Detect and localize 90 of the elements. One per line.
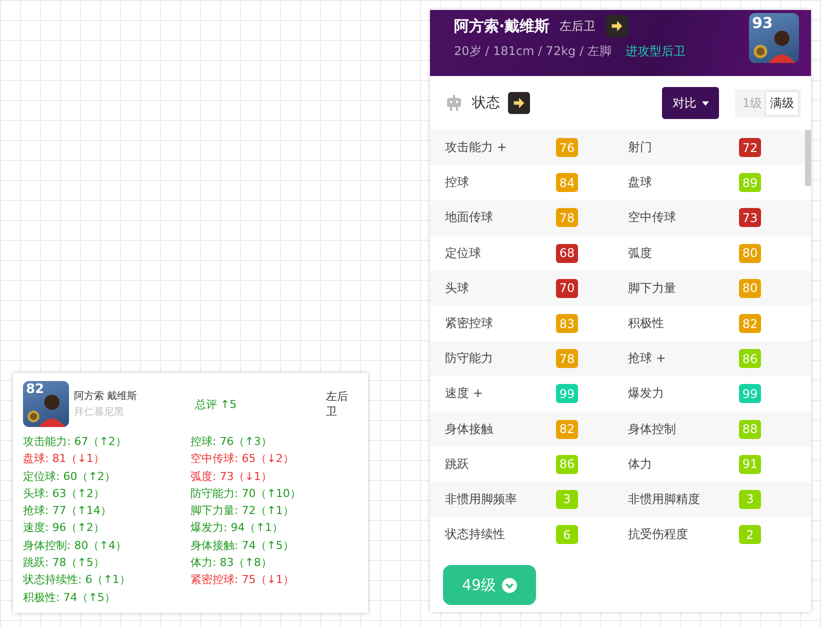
stat-label: 抢球 + (628, 350, 667, 368)
stat-value: 80 (739, 244, 761, 263)
stat-label: 身体接触 (445, 420, 494, 438)
stat-change: 控球: 76（↑3） (190, 434, 273, 450)
stat-change: 体力: 83（↑8） (190, 555, 273, 572)
rating-text: 82 (26, 382, 44, 397)
stat-change: 积极性: 74（↑5） (23, 590, 116, 606)
stat-value: 78 (556, 349, 578, 368)
stat-value: 2 (739, 525, 761, 544)
arrow-button[interactable] (508, 92, 530, 114)
rating-text: 93 (752, 14, 773, 32)
robot-icon (444, 93, 464, 113)
overall-change: 总评 ↑5 (194, 396, 238, 412)
stat-value: 70 (556, 278, 578, 298)
stat-label: 状态持续性 (445, 526, 506, 544)
coin-icon (753, 44, 768, 59)
stat-label: 地面传球 (445, 209, 494, 226)
stat-change: 跳跃: 78（↑5） (23, 555, 106, 572)
stat-change: 攻击能力: 67（↑2） (23, 434, 128, 450)
stat-value: 82 (556, 420, 578, 439)
scrollbar[interactable] (805, 130, 811, 186)
role-link[interactable]: 进攻型后卫 (625, 43, 686, 60)
stat-label: 脚下力量 (628, 280, 677, 297)
position-text: 左后卫 (326, 389, 350, 419)
stat-change: 速度: 96（↑2） (23, 520, 106, 536)
stat-label: 定位球 (445, 244, 482, 262)
stat-label: 非惯用脚精度 (628, 490, 701, 508)
stat-value: 3 (556, 490, 578, 509)
stat-value: 3 (739, 490, 761, 509)
stat-change: 定位球: 60（↑2） (23, 468, 116, 485)
stat-change: 抢球: 77（↑14） (23, 503, 112, 520)
stat-value: 73 (739, 208, 761, 228)
stat-change: 身体控制: 80（↑4） (23, 538, 128, 554)
stat-change: 空中传球: 65（↓2） (190, 451, 295, 468)
stat-label: 控球 (445, 174, 470, 192)
stat-label: 跳跃 (445, 456, 470, 473)
stat-label: 空中传球 (628, 209, 677, 226)
stat-label: 体力 (628, 456, 653, 473)
stat-change: 脚下力量: 72（↑1） (190, 503, 295, 520)
stat-label: 爆发力 (628, 385, 665, 402)
stat-value: 89 (739, 173, 761, 192)
stat-label: 防守能力 (445, 350, 494, 368)
stat-label: 射门 (628, 139, 653, 156)
player-name: 阿方索 戴维斯 (74, 390, 138, 403)
section-title: 状态 (472, 94, 500, 112)
stat-label: 速度 + (445, 385, 484, 402)
stat-change: 紧密控球: 75（↓1） (190, 572, 295, 588)
stat-label: 积极性 (628, 315, 665, 332)
stat-value: 99 (739, 384, 761, 404)
stat-value: 84 (556, 173, 578, 192)
stat-label: 盘球 (628, 174, 653, 192)
stat-value: 99 (556, 384, 578, 404)
coin-icon (27, 410, 40, 423)
stat-value: 91 (739, 454, 761, 474)
stat-value: 80 (739, 278, 761, 298)
stat-label: 紧密控球 (445, 315, 494, 332)
level-tab[interactable]: 满级 (766, 92, 798, 114)
stat-label: 非惯用脚频率 (445, 490, 518, 508)
stat-label: 身体控制 (628, 420, 677, 438)
stat-label: 头球 (445, 280, 470, 297)
stat-change: 盘球: 81（↓1） (23, 451, 106, 468)
bio-text: 20岁 / 181cm / 72kg / 左脚 (454, 43, 612, 60)
player-name: 阿方索·戴维斯 (454, 16, 550, 36)
stat-value: 78 (556, 208, 578, 228)
stat-value: 86 (556, 454, 578, 474)
stat-change: 状态持续性: 6（↑1） (23, 572, 132, 588)
stat-value: 88 (739, 420, 761, 439)
arrow-icon (512, 96, 526, 110)
stat-value: 83 (556, 314, 578, 334)
club-name: 拜仁慕尼黑 (74, 406, 125, 419)
stat-value: 86 (739, 349, 761, 368)
stat-change: 防守能力: 70（↑10） (190, 486, 302, 502)
stat-value: 72 (739, 138, 761, 158)
stat-change: 弧度: 73（↓1） (190, 468, 273, 485)
position-text: 左后卫 (560, 18, 596, 34)
stat-change: 头球: 63（↑2） (23, 486, 106, 502)
stat-label: 抗受伤程度 (628, 526, 689, 544)
compare-dropdown[interactable]: 对比 (662, 87, 720, 119)
chevron-down-icon (502, 578, 518, 593)
stat-value: 6 (556, 525, 578, 544)
arrow-button[interactable] (606, 15, 628, 37)
stat-label: 攻击能力 + (445, 139, 508, 156)
stat-value: 76 (556, 138, 578, 158)
stat-value: 68 (556, 244, 578, 263)
stat-value: 82 (739, 314, 761, 334)
stat-change: 爆发力: 94（↑1） (190, 520, 284, 536)
stat-change: 身体接触: 74（↑5） (190, 538, 295, 554)
caret-icon (702, 100, 710, 106)
stat-label: 弧度 (628, 244, 653, 262)
arrow-icon (610, 19, 624, 33)
